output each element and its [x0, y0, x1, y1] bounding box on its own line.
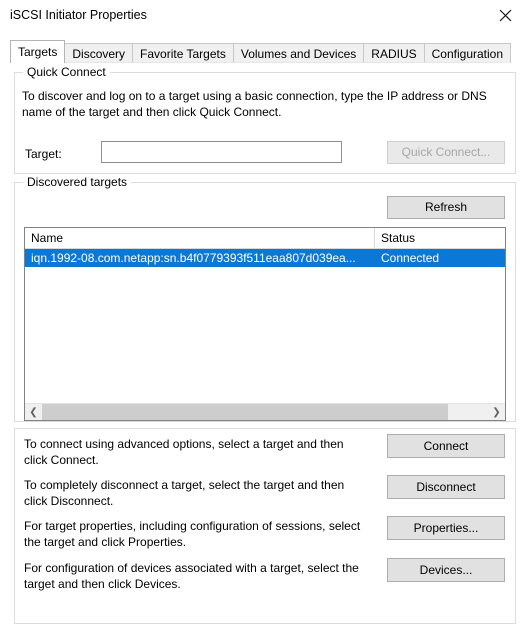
- tab-strip: Targets Discovery Favorite Targets Volum…: [10, 40, 512, 63]
- tab-favorite-targets[interactable]: Favorite Targets: [132, 43, 234, 63]
- chevron-right-icon[interactable]: ❯: [488, 403, 505, 420]
- quick-connect-button[interactable]: Quick Connect...: [387, 141, 505, 164]
- tab-volumes-and-devices[interactable]: Volumes and Devices: [232, 43, 365, 63]
- target-input[interactable]: [101, 141, 342, 163]
- refresh-button[interactable]: Refresh: [387, 196, 505, 219]
- devices-description: For configuration of devices associated …: [24, 561, 359, 591]
- quick-connect-group-title: Quick Connect: [23, 65, 110, 79]
- tab-label: RADIUS: [371, 47, 417, 61]
- disconnect-description: To completely disconnect a target, selec…: [24, 478, 345, 508]
- tab-label: Volumes and Devices: [240, 47, 357, 61]
- close-button[interactable]: [483, 0, 527, 30]
- list-header-row: Name Status: [25, 228, 505, 249]
- discovered-targets-group-title: Discovered targets: [23, 175, 132, 189]
- discovered-targets-list[interactable]: Name Status iqn.1992-08.com.netapp:sn.b4…: [24, 227, 506, 421]
- close-icon: [499, 9, 512, 22]
- tab-targets[interactable]: Targets: [10, 40, 66, 63]
- quick-connect-description: To discover and log on to a target using…: [22, 89, 487, 119]
- tab-discovery[interactable]: Discovery: [64, 43, 134, 63]
- target-status-cell: Connected: [381, 251, 440, 265]
- connect-description: To connect using advanced options, selec…: [24, 437, 344, 467]
- tab-label: Configuration: [431, 47, 504, 61]
- target-name-cell: iqn.1992-08.com.netapp:sn.b4f0779393f511…: [31, 251, 356, 265]
- scrollbar-track[interactable]: [42, 403, 488, 420]
- devices-button[interactable]: Devices...: [387, 558, 505, 582]
- properties-button[interactable]: Properties...: [387, 516, 505, 540]
- iscsi-initiator-properties-window: iSCSI Initiator Properties Targets Disco…: [0, 0, 529, 634]
- list-body: iqn.1992-08.com.netapp:sn.b4f0779393f511…: [25, 249, 505, 404]
- chevron-left-icon[interactable]: ❮: [25, 403, 42, 420]
- tab-panel-divider: [10, 62, 502, 63]
- target-label: Target:: [25, 147, 62, 161]
- scrollbar-thumb[interactable]: [42, 403, 448, 420]
- properties-description: For target properties, including configu…: [24, 519, 361, 549]
- table-row[interactable]: iqn.1992-08.com.netapp:sn.b4f0779393f511…: [25, 249, 505, 267]
- disconnect-button[interactable]: Disconnect: [387, 475, 505, 499]
- title-bar: iSCSI Initiator Properties: [0, 0, 529, 32]
- tab-label: Targets: [18, 45, 58, 59]
- connect-button[interactable]: Connect: [387, 434, 505, 458]
- tab-label: Favorite Targets: [140, 47, 226, 61]
- horizontal-scrollbar[interactable]: ❮ ❯: [25, 403, 505, 420]
- column-header-name[interactable]: Name: [25, 228, 375, 248]
- tab-radius[interactable]: RADIUS: [363, 43, 425, 63]
- column-header-status[interactable]: Status: [375, 228, 505, 248]
- tab-configuration[interactable]: Configuration: [423, 43, 512, 63]
- tab-label: Discovery: [72, 47, 126, 61]
- window-title: iSCSI Initiator Properties: [10, 8, 147, 22]
